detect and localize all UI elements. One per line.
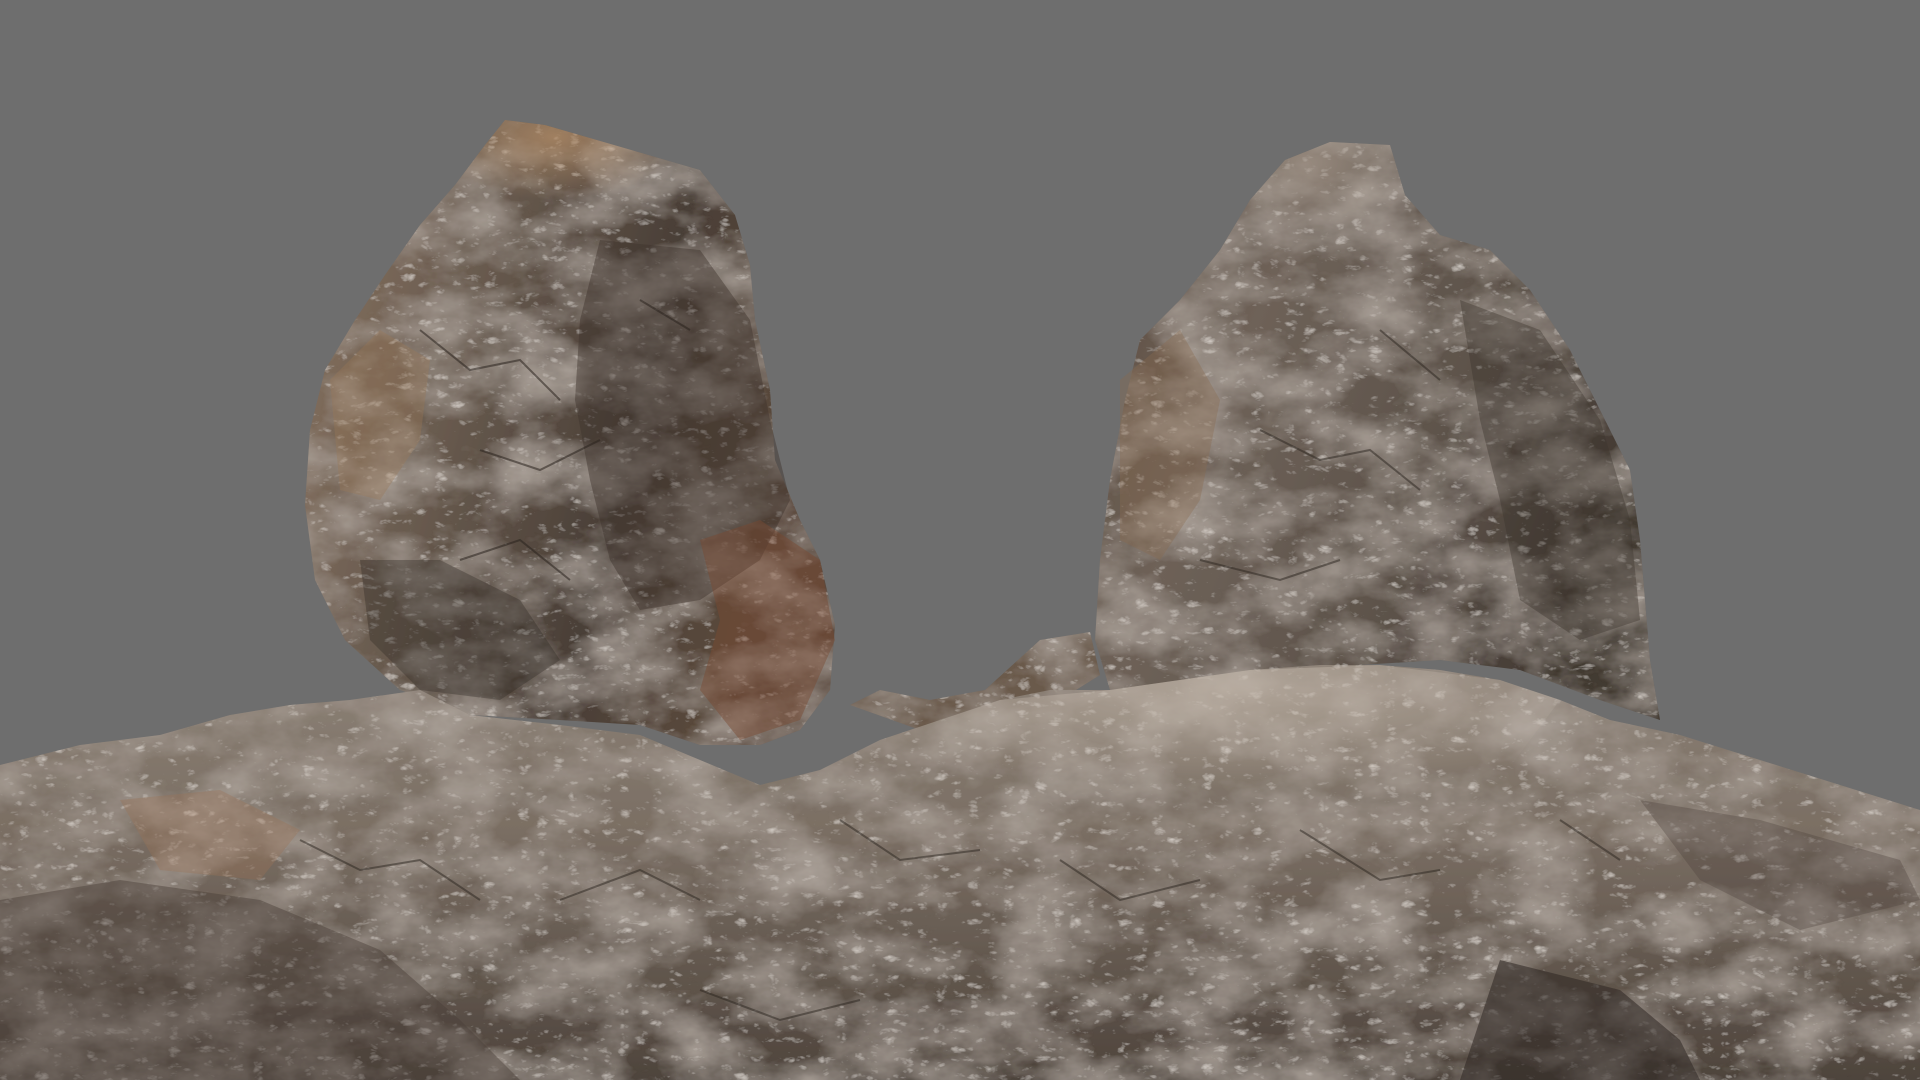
rock-ledge-base [0,665,1920,1080]
rock-scene-svg [0,0,1920,1080]
rock-render-viewport [0,0,1920,1080]
